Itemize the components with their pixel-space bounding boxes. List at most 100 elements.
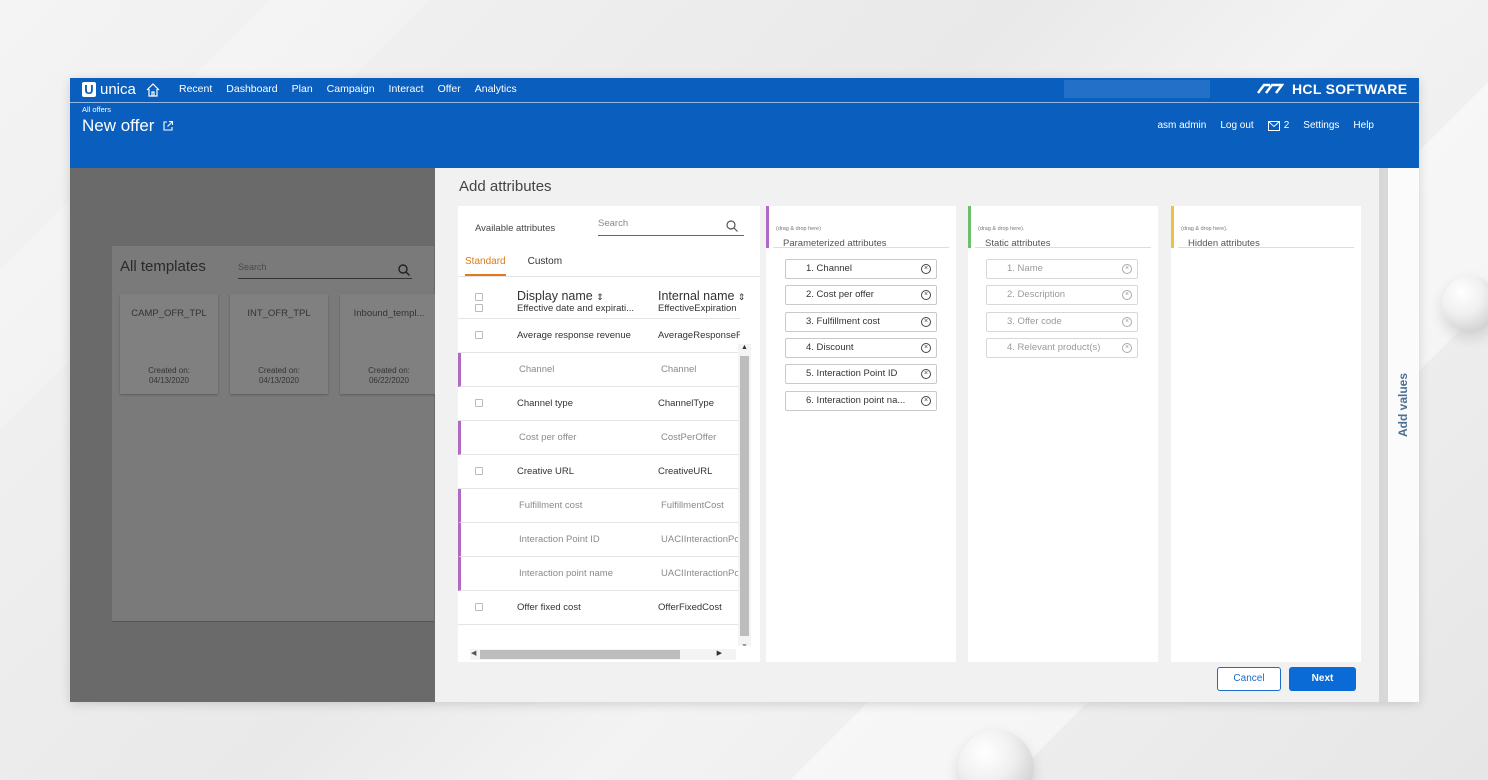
row-checkbox[interactable]	[475, 331, 483, 339]
row-checkbox[interactable]	[475, 603, 483, 611]
created-label: Created on:	[258, 366, 300, 375]
templates-title: All templates	[120, 258, 206, 275]
chip-label: 4. Relevant product(s)	[1007, 341, 1101, 353]
table-row[interactable]: Offer fixed cost OfferFixedCost	[458, 591, 740, 625]
created-label: Created on:	[368, 366, 410, 375]
search-icon[interactable]	[398, 264, 410, 276]
template-card[interactable]: Inbound_templ... Created on: 06/22/2020	[340, 294, 438, 394]
attribute-chip[interactable]: 6. Interaction point na... ×	[785, 390, 937, 411]
table-row[interactable]: Creative URL CreativeURL	[458, 455, 740, 489]
internal-name-cell: EffectiveExpiration	[658, 303, 737, 314]
attribute-chip[interactable]: 3. Fulfillment cost ×	[785, 311, 937, 332]
cancel-button[interactable]: Cancel	[1217, 667, 1281, 691]
display-name-cell: Interaction point name	[519, 568, 614, 579]
breadcrumb[interactable]: All offers	[82, 105, 111, 114]
scroll-up-icon[interactable]: ▲	[741, 344, 748, 351]
horizontal-scrollbar[interactable]: ◀ ▶	[470, 649, 736, 660]
hidden-attributes-column[interactable]: Hidden attributes (drag & drop here).	[1171, 206, 1361, 662]
attribute-chip[interactable]: 1. Channel ×	[785, 259, 937, 279]
tab-standard[interactable]: Standard	[465, 256, 506, 276]
remove-icon[interactable]: ×	[921, 264, 931, 274]
nav-campaign[interactable]: Campaign	[327, 83, 375, 95]
nav-interact[interactable]: Interact	[389, 83, 424, 95]
nav-offer[interactable]: Offer	[438, 83, 461, 95]
row-checkbox[interactable]	[475, 467, 483, 475]
attribute-chip[interactable]: 3. Offer code ×	[986, 311, 1138, 332]
column-header: Hidden attributes (drag & drop here).	[1171, 206, 1361, 249]
nav-recent[interactable]: Recent	[179, 83, 212, 95]
table-row[interactable]: Interaction point name UACIInteractionPo	[458, 557, 740, 591]
remove-icon[interactable]: ×	[921, 290, 931, 301]
scroll-right-icon[interactable]: ▶	[717, 649, 722, 657]
scroll-left-icon[interactable]: ◀	[471, 649, 476, 657]
remove-icon[interactable]: ×	[921, 316, 931, 327]
attribute-chip[interactable]: 2. Description ×	[986, 285, 1138, 306]
global-search-input[interactable]	[1064, 80, 1210, 98]
template-card[interactable]: CAMP_OFR_TPL Created on: 04/13/2020	[120, 294, 218, 394]
available-attributes-label: Available attributes	[475, 223, 556, 234]
top-header: U unica Recent Dashboard Plan Campaign I…	[70, 78, 1419, 168]
attribute-chip[interactable]: 1. Name ×	[986, 259, 1138, 279]
remove-icon[interactable]: ×	[1122, 316, 1132, 327]
add-values-panel[interactable]: Add values	[1379, 168, 1419, 702]
notifications-button[interactable]: 2	[1267, 120, 1289, 131]
hcl-logo-icon	[1257, 83, 1284, 94]
column-header: Parameterized attributes (drag & drop he…	[766, 206, 956, 249]
external-link-icon[interactable]	[162, 120, 174, 132]
attribute-chip[interactable]: 4. Discount ×	[785, 337, 937, 358]
static-attributes-column[interactable]: Static attributes (drag & drop here). 1.…	[968, 206, 1158, 662]
internal-name-cell: UACIInteractionPo	[661, 568, 740, 579]
table-row[interactable]: Cost per offer CostPerOffer	[458, 421, 740, 455]
nav-plan[interactable]: Plan	[292, 83, 313, 95]
attribute-chip[interactable]: 2. Cost per offer ×	[785, 285, 937, 306]
templates-divider	[112, 621, 434, 622]
home-icon[interactable]	[145, 82, 161, 98]
help-link[interactable]: Help	[1353, 120, 1374, 131]
chip-label: 4. Discount	[806, 341, 854, 353]
nav-dashboard[interactable]: Dashboard	[226, 83, 277, 95]
internal-name-cell: UACIInteractionPo	[661, 534, 740, 545]
scroll-thumb[interactable]	[740, 356, 749, 636]
scroll-thumb[interactable]	[480, 650, 680, 659]
remove-icon[interactable]: ×	[921, 395, 931, 406]
remove-icon[interactable]: ×	[1122, 342, 1132, 353]
vertical-scrollbar[interactable]: ▲ ▼	[738, 344, 751, 646]
template-card[interactable]: INT_OFR_TPL Created on: 04/13/2020	[230, 294, 328, 394]
table-row[interactable]: Effective date and expirati... EffectiveE…	[458, 299, 740, 319]
add-values-tab[interactable]: Add values	[1396, 365, 1410, 445]
display-name-cell: Interaction Point ID	[519, 534, 600, 545]
attributes-search-input[interactable]: Search	[598, 218, 744, 236]
tab-custom[interactable]: Custom	[528, 256, 562, 276]
parameterized-attributes-column[interactable]: Parameterized attributes (drag & drop he…	[766, 206, 956, 662]
display-name-cell: Average response revenue	[517, 330, 631, 341]
attribute-chip[interactable]: 4. Relevant product(s) ×	[986, 337, 1138, 358]
row-checkbox[interactable]	[475, 399, 483, 407]
table-row[interactable]: Average response revenue AverageResponseR	[458, 319, 740, 353]
remove-icon[interactable]: ×	[921, 342, 931, 353]
nav-analytics[interactable]: Analytics	[475, 83, 517, 95]
row-checkbox[interactable]	[475, 304, 483, 312]
search-icon[interactable]	[726, 220, 738, 232]
created-date: 04/13/2020	[258, 376, 300, 385]
page-title-text: New offer	[82, 116, 155, 135]
remove-icon[interactable]: ×	[921, 369, 931, 380]
unica-logo-icon[interactable]: U	[82, 82, 96, 97]
settings-link[interactable]: Settings	[1303, 120, 1339, 131]
remove-icon[interactable]: ×	[1122, 264, 1132, 274]
attribute-chip[interactable]: 5. Interaction Point ID ×	[785, 364, 937, 385]
display-name-cell: Offer fixed cost	[517, 602, 581, 613]
app-name[interactable]: unica	[100, 81, 136, 98]
scroll-down-icon[interactable]: ▼	[741, 643, 748, 646]
remove-icon[interactable]: ×	[1122, 290, 1132, 301]
template-name: CAMP_OFR_TPL	[131, 308, 207, 319]
templates-search-input[interactable]: Search	[238, 259, 412, 279]
internal-name-cell: CostPerOffer	[661, 432, 717, 443]
app-window: U unica Recent Dashboard Plan Campaign I…	[70, 78, 1419, 702]
table-row[interactable]: Channel type ChannelType	[458, 387, 740, 421]
user-name[interactable]: asm admin	[1157, 120, 1206, 131]
next-button[interactable]: Next	[1289, 667, 1356, 691]
logout-link[interactable]: Log out	[1220, 120, 1253, 131]
table-row[interactable]: Interaction Point ID UACIInteractionPo	[458, 523, 740, 557]
table-row[interactable]: Fulfillment cost FulfillmentCost	[458, 489, 740, 523]
table-row[interactable]: Channel Channel	[458, 353, 740, 387]
